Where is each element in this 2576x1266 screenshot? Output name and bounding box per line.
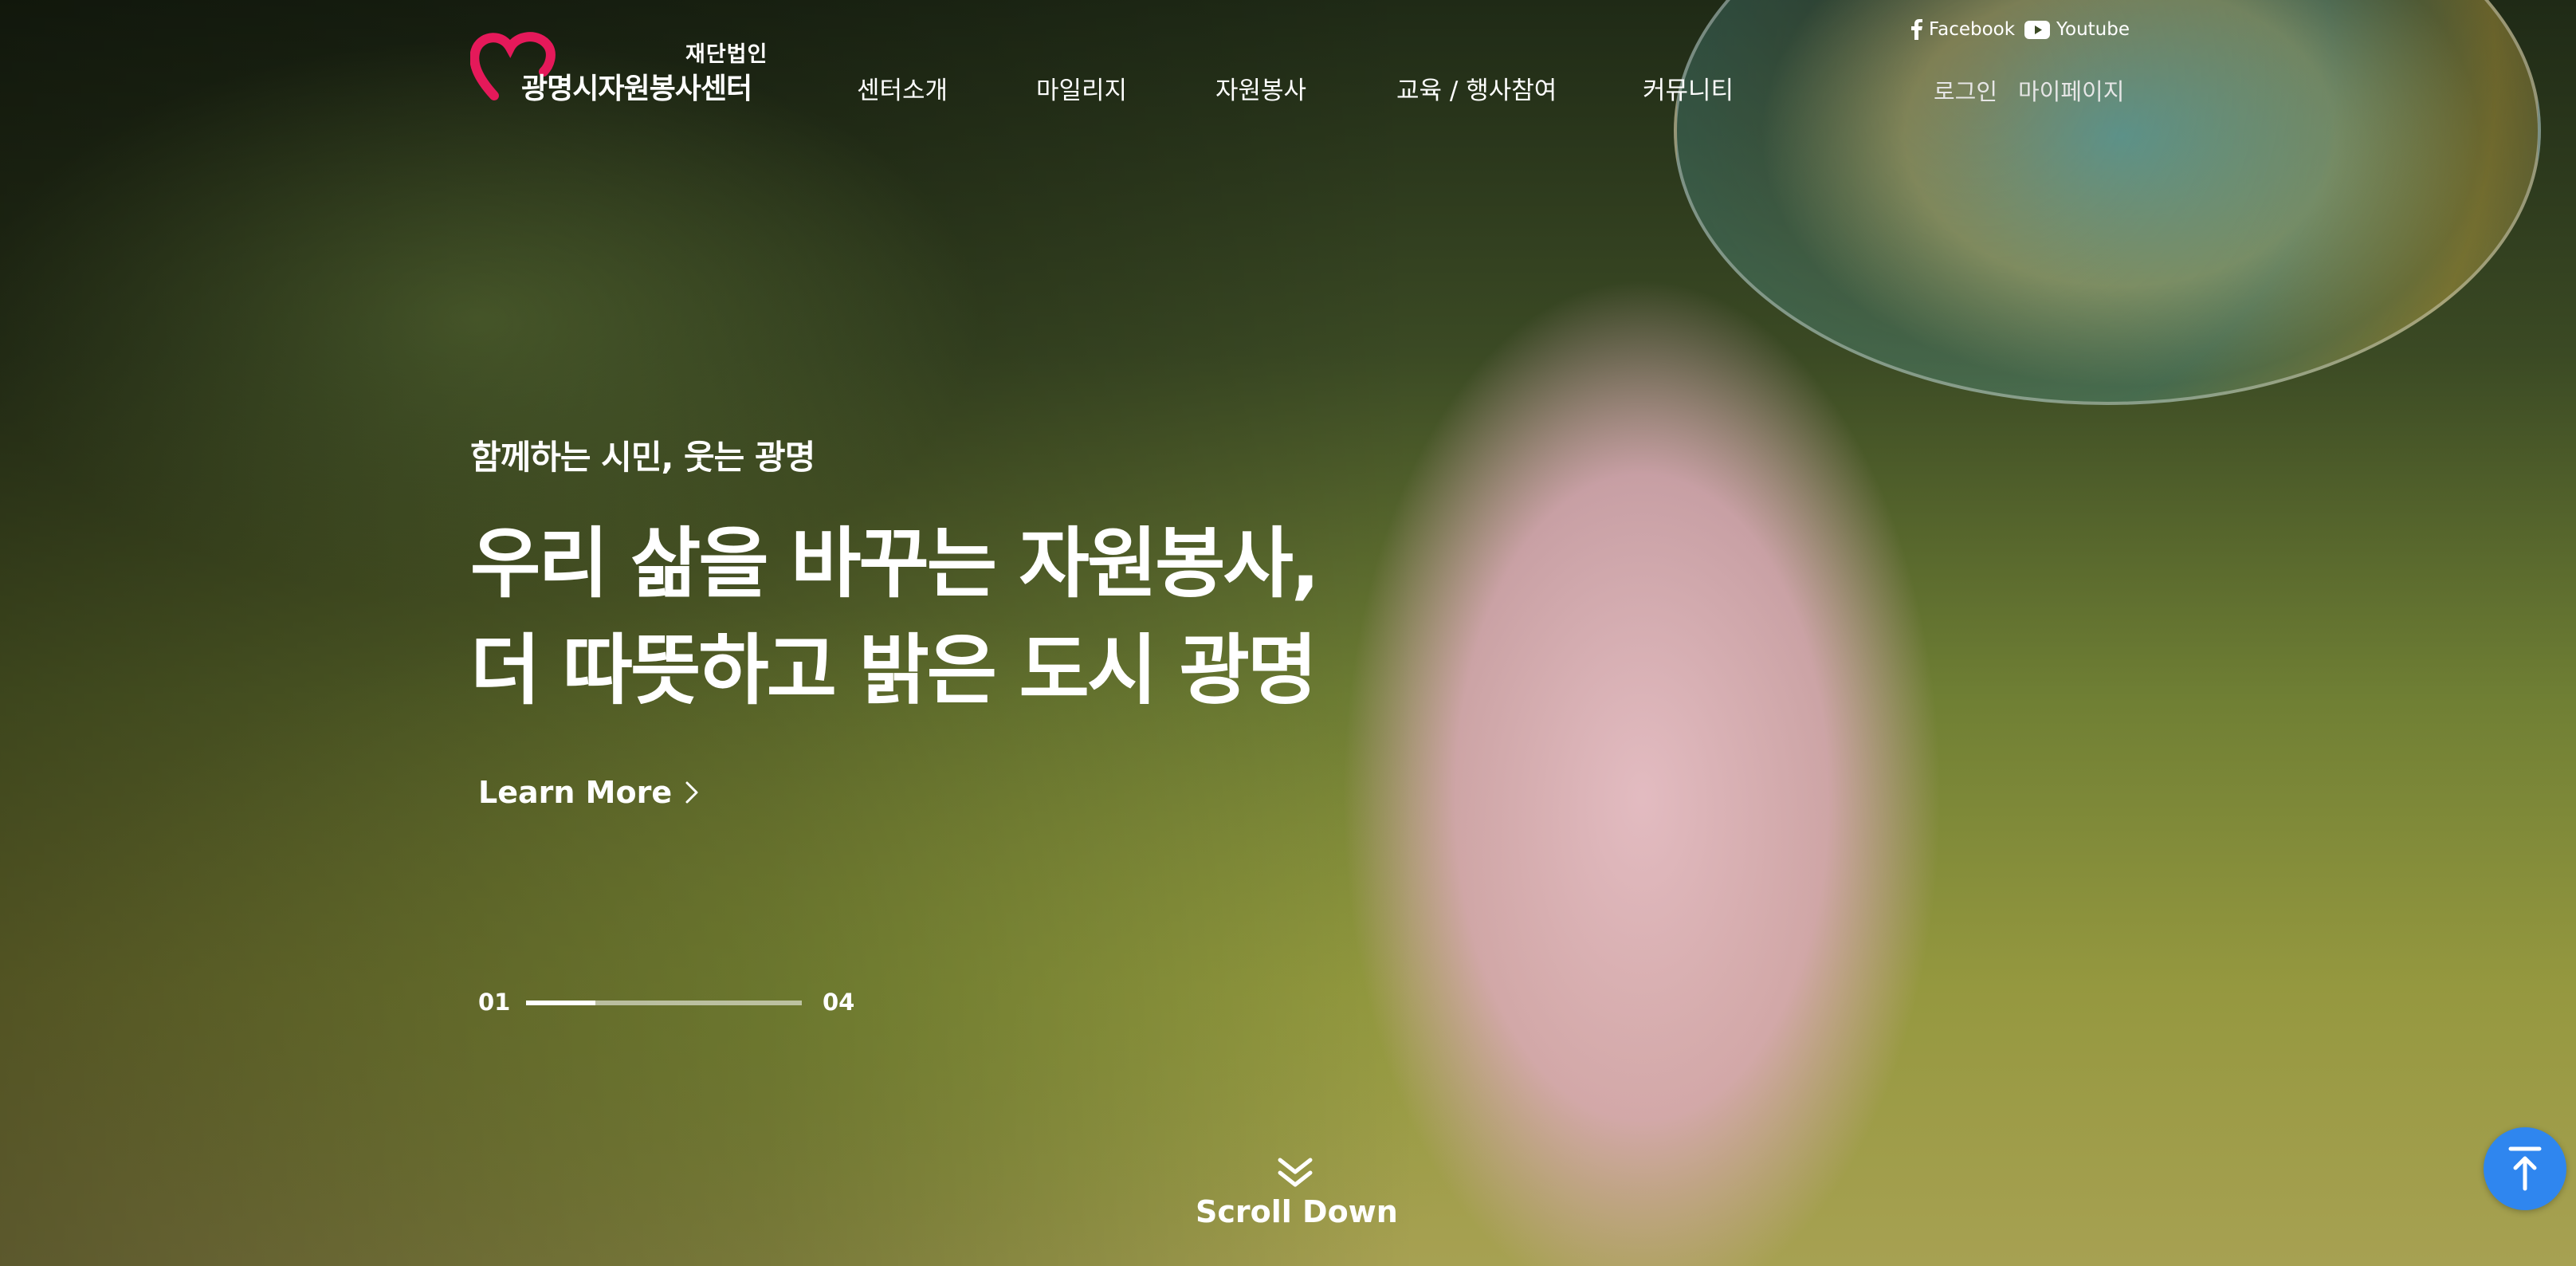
- slide-total: 04: [823, 989, 855, 1016]
- slider-progress-track[interactable]: [526, 1001, 802, 1005]
- nav-item-volunteer[interactable]: 자원봉사: [1215, 70, 1306, 106]
- youtube-icon: [2024, 20, 2050, 39]
- hero-kicker: 함께하는 시민, 웃는 광명: [470, 438, 815, 477]
- slider-progress-fill: [526, 1001, 595, 1005]
- arrow-up-to-top-icon: [2508, 1146, 2542, 1191]
- logo-name: 광명시자원봉사센터: [521, 73, 752, 105]
- facebook-label: Facebook: [1929, 19, 2016, 40]
- learn-more-button[interactable]: Learn More: [478, 775, 699, 810]
- hero-headline: 우리 삶을 바꾸는 자원봉사, 더 따뜻하고 밝은 도시 광명: [470, 510, 1320, 724]
- mypage-link[interactable]: 마이페이지: [2018, 73, 2124, 107]
- slide-current: 01: [478, 989, 511, 1016]
- nav-item-mileage[interactable]: 마일리지: [1036, 70, 1127, 106]
- double-chevron-down-icon: [1278, 1158, 1313, 1187]
- facebook-link[interactable]: Facebook: [1911, 19, 2015, 40]
- back-to-top-button[interactable]: [2484, 1127, 2566, 1210]
- headline-line-2: 더 따뜻하고 밝은 도시 광명: [470, 626, 1317, 715]
- scroll-down-button[interactable]: Scroll Down: [1196, 1156, 1398, 1229]
- nav-item-center-intro[interactable]: 센터소개: [857, 70, 948, 106]
- youtube-link[interactable]: Youtube: [2024, 19, 2130, 40]
- nav-item-community[interactable]: 커뮤니티: [1643, 70, 1734, 106]
- site-logo[interactable]: 재단법인 광명시자원봉사센터: [470, 30, 773, 105]
- login-link[interactable]: 로그인: [1934, 73, 1997, 107]
- facebook-icon: [1911, 19, 1922, 40]
- nav-item-education-events[interactable]: 교육 / 행사참여: [1396, 70, 1557, 106]
- headline-line-1: 우리 삶을 바꾸는 자원봉사,: [470, 519, 1320, 608]
- scroll-down-label: Scroll Down: [1196, 1194, 1398, 1229]
- chevron-right-icon: [685, 781, 698, 804]
- youtube-label: Youtube: [2056, 19, 2130, 40]
- logo-small-text: 재단법인: [685, 42, 768, 67]
- learn-more-label: Learn More: [478, 775, 673, 810]
